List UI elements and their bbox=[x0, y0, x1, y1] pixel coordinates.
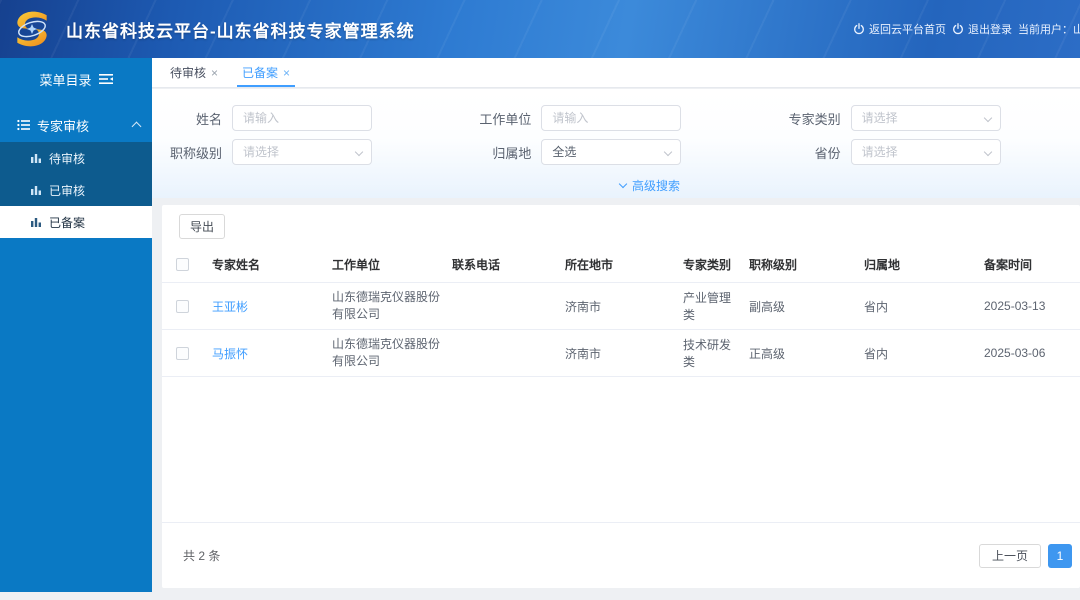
region-cell: 省内 bbox=[854, 345, 974, 362]
app-window: 山东省科技云平台-山东省科技专家管理系统 返回云平台首页 退出登录 当前用户：山… bbox=[0, 0, 1080, 600]
page-1-button[interactable]: 1 bbox=[1048, 544, 1072, 568]
region-value: 全选 bbox=[552, 145, 576, 159]
column-header: 专家类别 bbox=[673, 256, 739, 273]
name-input[interactable]: 请输入 bbox=[232, 105, 372, 131]
advanced-search-label: 高级搜索 bbox=[632, 177, 680, 194]
top-header: 山东省科技云平台-山东省科技专家管理系统 返回云平台首页 退出登录 当前用户：山… bbox=[0, 0, 1080, 58]
table-header-row: 专家姓名 工作单位 联系电话 所在地市 专家类别 职称级别 归属地 备案时间 bbox=[162, 247, 1080, 283]
column-header: 归属地 bbox=[854, 256, 974, 273]
region-select[interactable]: 全选 bbox=[541, 139, 681, 165]
export-button[interactable]: 导出 bbox=[179, 214, 225, 239]
column-header: 联系电话 bbox=[442, 256, 555, 273]
expert-category-field-label: 专家类别 bbox=[771, 109, 851, 128]
row-checkbox[interactable] bbox=[176, 300, 189, 313]
menu-fold-icon bbox=[99, 73, 113, 85]
title-level-select[interactable]: 请选择 bbox=[232, 139, 372, 165]
sidebar-item-label: 待审核 bbox=[49, 150, 85, 167]
chevron-down-icon bbox=[983, 114, 991, 122]
province-value: 请选择 bbox=[862, 145, 898, 159]
menu-directory-label: 菜单目录 bbox=[39, 70, 91, 89]
column-header: 工作单位 bbox=[322, 256, 442, 273]
chevron-up-icon bbox=[132, 122, 142, 132]
work-unit-field-label: 工作单位 bbox=[461, 109, 541, 128]
experts-table: 专家姓名 工作单位 联系电话 所在地市 专家类别 职称级别 归属地 备案时间 王… bbox=[162, 247, 1080, 377]
city-cell: 济南市 bbox=[555, 345, 673, 362]
tab-label: 已备案 bbox=[242, 64, 278, 81]
expert-category-value: 请选择 bbox=[862, 111, 898, 125]
column-header: 专家姓名 bbox=[202, 256, 322, 273]
tab-pending-review[interactable]: 待审核 × bbox=[163, 58, 225, 87]
region-cell: 省内 bbox=[854, 298, 974, 315]
city-cell: 济南市 bbox=[555, 298, 673, 315]
title-level-value: 请选择 bbox=[243, 145, 279, 159]
date-cell: 2025-03-06 bbox=[974, 346, 1080, 360]
tab-bar: 待审核 × 已备案 × bbox=[152, 58, 1080, 88]
power-icon bbox=[952, 23, 964, 35]
date-cell: 2025-03-13 bbox=[974, 299, 1080, 313]
bar-chart-icon bbox=[30, 184, 42, 196]
sidebar-item-pending-review[interactable]: 待审核 bbox=[0, 142, 152, 174]
chevron-down-icon bbox=[983, 148, 991, 156]
close-icon[interactable]: × bbox=[283, 66, 290, 80]
column-header: 备案时间 bbox=[974, 256, 1080, 273]
province-select[interactable]: 请选择 bbox=[851, 139, 1001, 165]
list-icon bbox=[17, 119, 30, 131]
category-cell: 技术研发类 bbox=[673, 336, 739, 370]
chevron-down-icon bbox=[664, 148, 672, 156]
level-cell: 正高级 bbox=[739, 345, 854, 362]
expert-category-select[interactable]: 请选择 bbox=[851, 105, 1001, 131]
bar-chart-icon bbox=[30, 216, 42, 228]
current-user-label: 当前用户：山东 bbox=[1018, 0, 1080, 58]
tab-label: 待审核 bbox=[170, 64, 206, 81]
column-header: 所在地市 bbox=[555, 256, 673, 273]
sidebar-item-reviewed[interactable]: 已审核 bbox=[0, 174, 152, 206]
expert-name-link[interactable]: 马振怀 bbox=[212, 347, 248, 361]
chevron-down-icon bbox=[355, 148, 363, 156]
column-header: 职称级别 bbox=[739, 256, 854, 273]
sidebar: 菜单目录 专家审核 待审核 bbox=[0, 58, 152, 592]
level-cell: 副高级 bbox=[739, 298, 854, 315]
power-icon bbox=[853, 23, 865, 35]
sidebar-group-label: 专家审核 bbox=[37, 116, 133, 135]
search-panel: 姓名 请输入 工作单位 请输入 专家类别 请选择 职称级别 请选择 bbox=[152, 89, 1080, 198]
sidebar-item-filed[interactable]: 已备案 bbox=[0, 206, 152, 238]
return-home-label: 返回云平台首页 bbox=[869, 21, 946, 37]
advanced-search-link[interactable]: 高级搜索 bbox=[620, 177, 680, 194]
page-title: 山东省科技云平台-山东省科技专家管理系统 bbox=[66, 0, 415, 58]
total-count-label: 共 2 条 bbox=[183, 547, 979, 564]
row-checkbox[interactable] bbox=[176, 347, 189, 360]
title-level-field-label: 职称级别 bbox=[152, 143, 232, 162]
menu-directory-header[interactable]: 菜单目录 bbox=[0, 58, 152, 100]
province-field-label: 省份 bbox=[771, 143, 851, 162]
sidebar-submenu: 待审核 已审核 已备案 bbox=[0, 142, 152, 238]
expert-name-link[interactable]: 王亚彬 bbox=[212, 300, 248, 314]
bar-chart-icon bbox=[30, 152, 42, 164]
results-card: 导出 专家姓名 工作单位 联系电话 所在地市 专家类别 职称级别 归属地 备案时… bbox=[162, 205, 1080, 588]
close-icon[interactable]: × bbox=[211, 66, 218, 80]
table-footer: 共 2 条 上一页 1 bbox=[162, 522, 1080, 588]
return-home-link[interactable]: 返回云平台首页 bbox=[853, 0, 946, 58]
prev-page-button[interactable]: 上一页 bbox=[979, 544, 1041, 568]
category-cell: 产业管理类 bbox=[673, 289, 739, 323]
sidebar-group-expert-review[interactable]: 专家审核 bbox=[0, 108, 152, 142]
tab-filed[interactable]: 已备案 × bbox=[235, 58, 297, 87]
sidebar-item-label: 已审核 bbox=[49, 182, 85, 199]
platform-logo-icon bbox=[10, 7, 54, 51]
table-row: 王亚彬 山东德瑞克仪器股份有限公司 济南市 产业管理类 副高级 省内 2025-… bbox=[162, 283, 1080, 330]
name-field-label: 姓名 bbox=[152, 109, 232, 128]
table-row: 马振怀 山东德瑞克仪器股份有限公司 济南市 技术研发类 正高级 省内 2025-… bbox=[162, 330, 1080, 377]
select-all-checkbox[interactable] bbox=[176, 258, 189, 271]
company-cell: 山东德瑞克仪器股份有限公司 bbox=[322, 334, 442, 372]
logout-label: 退出登录 bbox=[968, 21, 1012, 37]
region-field-label: 归属地 bbox=[461, 143, 541, 162]
company-cell: 山东德瑞克仪器股份有限公司 bbox=[322, 287, 442, 325]
sidebar-item-label: 已备案 bbox=[49, 214, 85, 231]
chevron-down-icon bbox=[619, 180, 627, 188]
logout-link[interactable]: 退出登录 bbox=[952, 0, 1012, 58]
work-unit-input[interactable]: 请输入 bbox=[541, 105, 681, 131]
